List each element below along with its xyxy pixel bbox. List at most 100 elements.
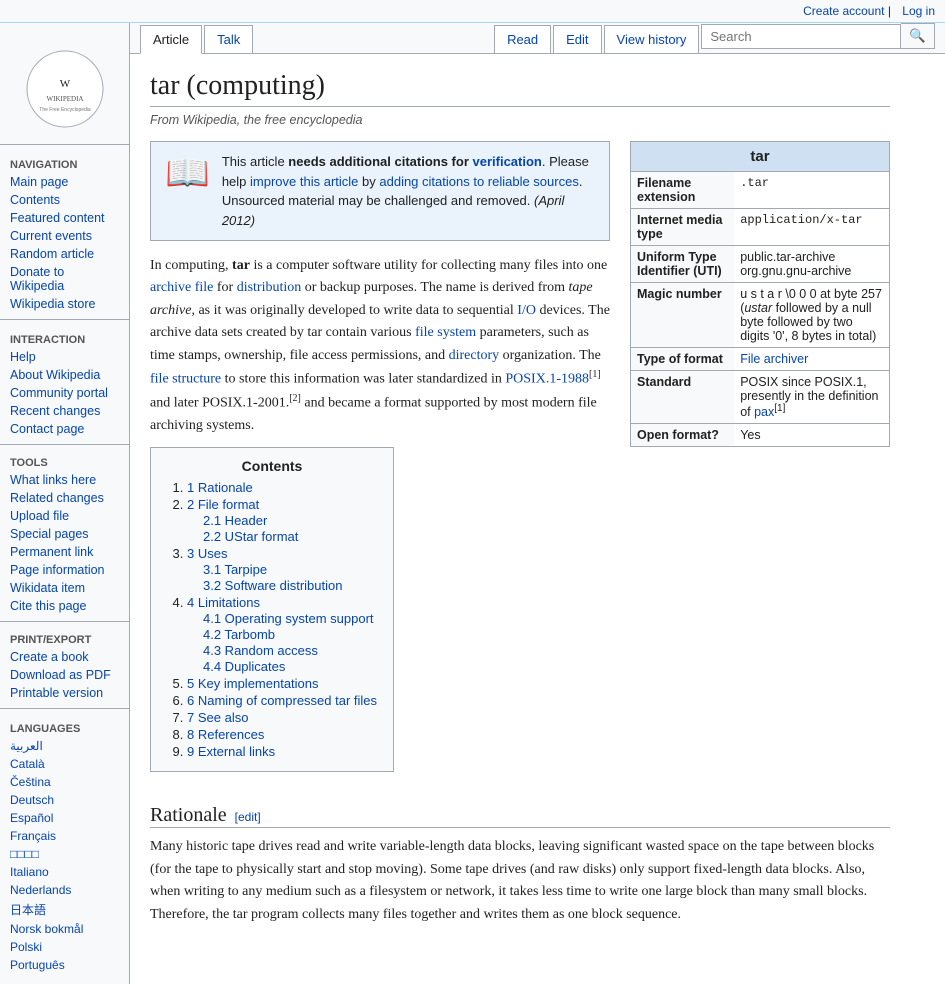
sidebar-item-what-links[interactable]: What links here [0,471,129,489]
sidebar-item-recent-changes[interactable]: Recent changes [0,402,129,420]
lang-item-norsk[interactable]: Norsk bokmål [0,920,129,938]
lang-item-catala[interactable]: Català [0,755,129,773]
sidebar-item-help[interactable]: Help [0,348,129,366]
nav-section: Navigation Main page Contents Featured c… [0,155,129,313]
lang-item-arabic[interactable]: العربية [0,737,129,755]
search-icon: 🔍 [909,28,926,43]
sidebar-item-contact[interactable]: Contact page [0,420,129,438]
verification-link[interactable]: verification [473,154,542,169]
directory-link[interactable]: directory [449,348,500,363]
io-link[interactable]: I/O [517,303,536,318]
infobox-value-filename: .tar [734,172,889,209]
search-button[interactable]: 🔍 [901,23,935,49]
file-structure-link[interactable]: file structure [150,372,221,387]
infobox-title: tar [631,142,889,171]
lang-item-francais[interactable]: Français [0,827,129,845]
sidebar-item-contents[interactable]: Contents [0,191,129,209]
toc-item-3: 3 Uses 3.1 Tarpipe 3.2 Software distribu… [187,546,377,593]
notice-icon: 📖 [165,152,210,194]
infobox-value-type: File archiver [734,348,889,371]
main-content: tar (computing) From Wikipedia, the free… [130,54,910,952]
infobox-value-media: application/x-tar [734,209,889,246]
rationale-body: Many historic tape drives read and write… [150,836,890,926]
toc-item-4-1: 4.1 Operating system support [203,611,377,626]
tab-article[interactable]: Article [140,25,202,54]
interaction-title: Interaction [0,330,129,348]
sidebar-item-store[interactable]: Wikipedia store [0,295,129,313]
print-title: Print/export [0,630,129,648]
lang-item-italiano[interactable]: Italiano [0,863,129,881]
lang-item-polski[interactable]: Polski [0,938,129,956]
table-of-contents: Contents 1 Rationale 2 File format 2.1 H… [150,447,394,772]
svg-text:The Free Encyclopedia: The Free Encyclopedia [39,107,91,113]
logo-section: W WIKIPEDIA The Free Encyclopedia [0,43,129,138]
tab-view-history[interactable]: View history [604,25,700,53]
lang-item-cestina[interactable]: Čeština [0,773,129,791]
sidebar-item-related-changes[interactable]: Related changes [0,489,129,507]
create-account-link[interactable]: Create account [803,4,884,18]
search-input[interactable] [701,24,901,49]
sidebar-item-printable[interactable]: Printable version [0,684,129,702]
lang-item-portugues[interactable]: Português [0,956,129,974]
sidebar-item-main-page[interactable]: Main page [0,173,129,191]
citations-link[interactable]: adding citations to reliable sources [379,174,578,189]
page-subtitle: From Wikipedia, the free encyclopedia [150,113,890,127]
tab-read[interactable]: Read [494,25,551,53]
infobox-value-magic: u s t a r \0 0 0 at byte 257 (ustar foll… [734,283,889,348]
toc-title: Contents [167,458,377,474]
infobox: tar Filename extension .tar Internet med… [630,141,890,447]
lang-item-unknown1[interactable]: □□□□ [0,845,129,863]
languages-section: Languages العربية Català Čeština Deutsch… [0,719,129,974]
sidebar-item-page-info[interactable]: Page information [0,561,129,579]
distribution-link[interactable]: distribution [237,280,302,295]
sidebar-divider-5 [0,708,129,709]
sidebar-item-about[interactable]: About Wikipedia [0,366,129,384]
toc-item-8: 8 References [187,727,377,742]
archive-file-link[interactable]: archive file [150,280,213,295]
posix-link[interactable]: POSIX.1-1988 [505,372,589,387]
toc-item-7: 7 See also [187,710,377,725]
infobox-label-media: Internet media type [631,209,734,246]
infobox-row-uti: Uniform Type Identifier (UTI) public.tar… [631,246,889,283]
log-in-link[interactable]: Log in [902,4,935,18]
sidebar-item-current-events[interactable]: Current events [0,227,129,245]
toc-item-2: 2 File format 2.1 Header 2.2 UStar forma… [187,497,377,544]
page-title: tar (computing) [150,70,890,107]
toc-item-4-3: 4.3 Random access [203,643,377,658]
infobox-row-magic: Magic number u s t a r \0 0 0 at byte 25… [631,283,889,348]
infobox-label-open: Open format? [631,424,734,447]
sidebar-item-donate[interactable]: Donate to Wikipedia [0,263,129,295]
rationale-heading: Rationale [150,804,227,827]
sidebar-item-community-portal[interactable]: Community portal [0,384,129,402]
svg-text:W: W [59,78,70,90]
sidebar-item-special-pages[interactable]: Special pages [0,525,129,543]
sidebar: W WIKIPEDIA The Free Encyclopedia Naviga… [0,23,130,984]
infobox-row-type: Type of format File archiver [631,348,889,371]
sidebar-item-create-book[interactable]: Create a book [0,648,129,666]
sidebar-item-upload-file[interactable]: Upload file [0,507,129,525]
rationale-edit-link[interactable]: [edit] [235,810,261,824]
sidebar-item-permanent-link[interactable]: Permanent link [0,543,129,561]
lang-item-espanol[interactable]: Español [0,809,129,827]
filesystem-link[interactable]: file system [415,325,476,340]
sidebar-item-random-article[interactable]: Random article [0,245,129,263]
sidebar-item-wikidata[interactable]: Wikidata item [0,579,129,597]
languages-title: Languages [0,719,129,737]
tab-edit[interactable]: Edit [553,25,601,53]
infobox-value-open: Yes [734,424,889,447]
improve-article-link[interactable]: improve this article [250,174,358,189]
search-bar: 🔍 [701,23,935,49]
notice-text: This article needs additional citations … [222,152,595,230]
tab-talk[interactable]: Talk [204,25,253,53]
infobox-row-standard: Standard POSIX since POSIX.1, presently … [631,371,889,424]
lang-item-deutsch[interactable]: Deutsch [0,791,129,809]
lang-item-japanese[interactable]: 日本語 [0,899,129,920]
notice-box: 📖 This article needs additional citation… [150,141,610,241]
toc-item-4-4: 4.4 Duplicates [203,659,377,674]
toc-item-9: 9 External links [187,744,377,759]
infobox-label-type: Type of format [631,348,734,371]
sidebar-item-cite[interactable]: Cite this page [0,597,129,615]
sidebar-item-download-pdf[interactable]: Download as PDF [0,666,129,684]
sidebar-item-featured-content[interactable]: Featured content [0,209,129,227]
infobox-label-filename: Filename extension [631,172,734,209]
